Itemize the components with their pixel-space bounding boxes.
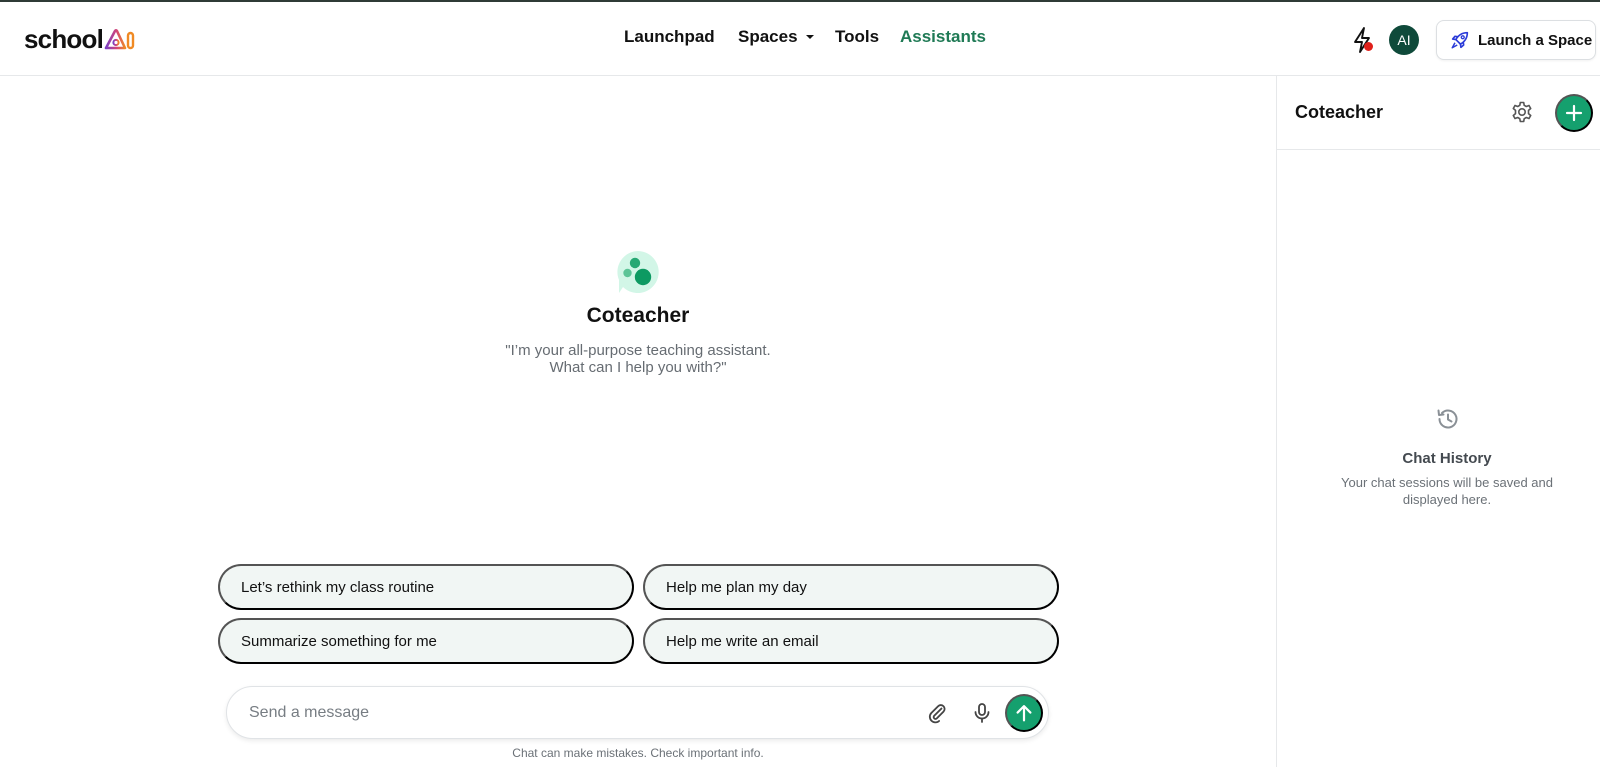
panel-title: Coteacher [1295, 102, 1384, 122]
chat-history-description: Your chat sessions will be saved and dis… [1341, 475, 1553, 507]
send-button[interactable] [1005, 694, 1043, 732]
notification-dot [1364, 42, 1373, 51]
school-ai-logo[interactable]: school [24, 24, 136, 54]
launch-space-label: Launch a Space [1478, 31, 1593, 49]
chat-disclaimer: Chat can make mistakes. Check important … [512, 746, 764, 760]
assistant-bubble-icon [617, 251, 659, 293]
rocket-icon [1451, 31, 1469, 49]
assistant-description: "I’m your all-purpose teaching assistant… [505, 342, 771, 376]
microphone-icon[interactable] [970, 701, 994, 725]
arrow-up-icon [1016, 705, 1032, 722]
history-icon [1437, 409, 1458, 429]
suggestion-chip[interactable]: Help me plan my day [643, 564, 1059, 610]
plus-icon [1565, 104, 1583, 122]
assistant-name: Coteacher [586, 304, 690, 327]
chat-history-title: Chat History [1402, 450, 1492, 467]
nav-spaces-label: Spaces [738, 27, 798, 46]
suggestion-chip[interactable]: Let’s rethink my class routine [218, 564, 634, 610]
logo-ai-mark-icon [104, 29, 135, 50]
nav-assistants[interactable]: Assistants [900, 27, 986, 47]
chat-history-panel: Coteacher Chat History Your chat session… [1276, 76, 1600, 767]
message-input[interactable] [249, 701, 889, 725]
avatar[interactable]: AI [1389, 25, 1419, 55]
panel-header: Coteacher [1277, 76, 1600, 150]
suggestion-chip[interactable]: Summarize something for me [218, 618, 634, 664]
top-header: school Launchpad Spaces Tools Assistants… [0, 2, 1600, 76]
caret-down-icon [805, 35, 814, 39]
nav-spaces[interactable]: Spaces [738, 27, 814, 47]
launch-space-button[interactable]: Launch a Space [1436, 20, 1596, 60]
nav-launchpad[interactable]: Launchpad [624, 27, 715, 47]
nav-tools[interactable]: Tools [835, 27, 879, 47]
gear-icon[interactable] [1510, 100, 1534, 124]
paperclip-icon[interactable] [925, 701, 949, 725]
logo-text: school [24, 23, 104, 54]
chat-main: Coteacher "I’m your all-purpose teaching… [0, 76, 1276, 767]
suggestion-chip[interactable]: Help me write an email [643, 618, 1059, 664]
message-composer [226, 686, 1049, 739]
new-chat-button[interactable] [1555, 94, 1593, 132]
